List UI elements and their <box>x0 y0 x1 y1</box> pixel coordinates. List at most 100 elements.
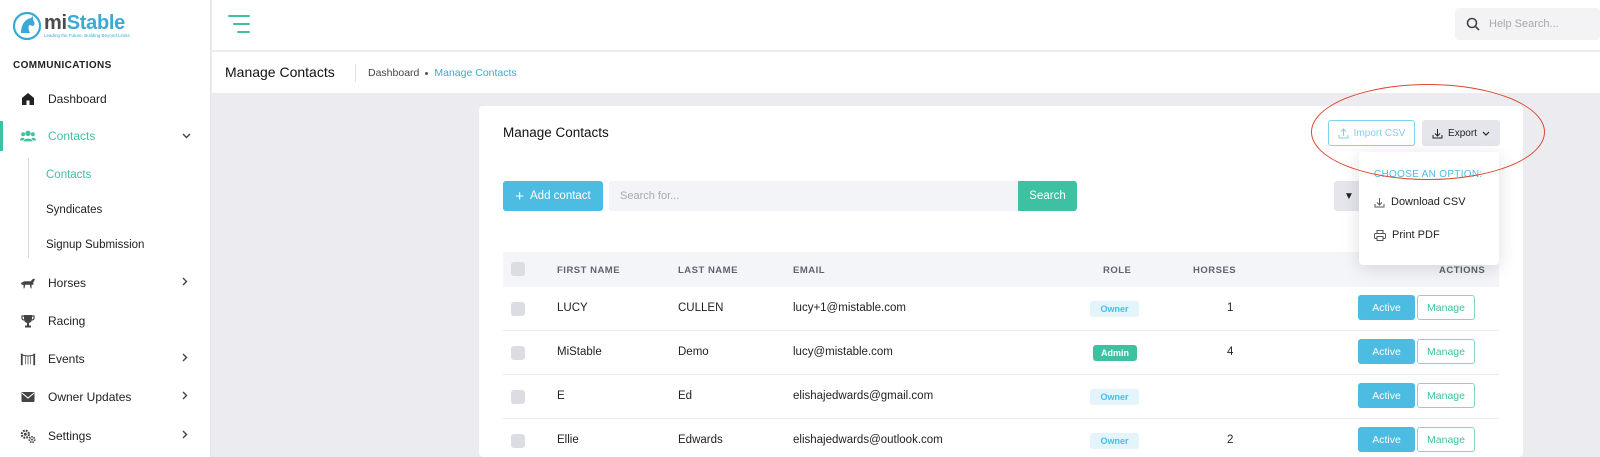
cell-last-name: Ed <box>678 390 693 402</box>
active-status-button[interactable]: Active <box>1358 295 1415 320</box>
sidebar-item-label: Settings <box>48 429 92 443</box>
table-header: FIRST NAME LAST NAME EMAIL ROLE HORSES A… <box>503 252 1499 287</box>
active-status-button[interactable]: Active <box>1358 427 1415 452</box>
download-icon <box>1374 197 1385 207</box>
sidebar: miStable Leading the Future, Building Be… <box>0 0 211 457</box>
sidebar-item-owner-updates[interactable]: Owner Updates <box>0 382 210 412</box>
sidebar-item-label: Horses <box>48 276 87 290</box>
horse-head-logo-icon <box>12 11 42 41</box>
users-icon <box>20 128 36 144</box>
sidebar-subitem-signup-submission[interactable]: Signup Submission <box>46 239 144 251</box>
select-all-checkbox[interactable] <box>511 262 525 276</box>
role-badge: Admin <box>1093 345 1137 361</box>
role-badge: Owner <box>1090 301 1139 317</box>
cell-first-name: E <box>557 390 565 402</box>
import-csv-label: Import CSV <box>1353 127 1406 139</box>
sidebar-item-dashboard[interactable]: Dashboard <box>0 84 210 114</box>
cell-first-name: Ellie <box>557 434 579 446</box>
cell-horses: 1 <box>1227 302 1234 314</box>
row-checkbox[interactable] <box>511 302 525 316</box>
chevron-down-icon <box>182 130 191 142</box>
active-status-button[interactable]: Active <box>1358 339 1415 364</box>
role-badge: Owner <box>1090 389 1139 405</box>
cell-first-name: MiStable <box>557 346 602 358</box>
breadcrumb-current: Manage Contacts <box>434 67 517 79</box>
download-csv-option[interactable]: Download CSV <box>1374 196 1466 208</box>
brand-tagline: Leading the Future, Building Beyond Limi… <box>44 33 130 39</box>
upload-icon <box>1338 127 1349 138</box>
top-bar <box>212 0 1600 51</box>
table-row: LUCY CULLEN lucy+1@mistable.com Owner 1 … <box>503 287 1499 331</box>
menu-toggle-icon[interactable] <box>228 15 250 33</box>
row-checkbox[interactable] <box>511 346 525 360</box>
help-search-input[interactable] <box>1489 14 1594 34</box>
download-csv-label: Download CSV <box>1391 196 1466 208</box>
envelope-icon <box>20 389 36 405</box>
column-header-horses[interactable]: HORSES <box>1193 265 1236 276</box>
manage-button[interactable]: Manage <box>1417 295 1475 320</box>
table-row: MiStable Demo lucy@mistable.com Admin 4 … <box>503 331 1499 375</box>
chevron-down-icon <box>1482 131 1490 136</box>
sidebar-subitem-syndicates[interactable]: Syndicates <box>46 204 102 216</box>
role-badge: Owner <box>1090 433 1139 449</box>
manage-button[interactable]: Manage <box>1417 427 1475 452</box>
column-header-last-name[interactable]: LAST NAME <box>678 265 738 276</box>
sidebar-item-label: Contacts <box>48 129 96 143</box>
sidebar-item-label: Racing <box>48 314 86 328</box>
export-button[interactable]: Export <box>1422 120 1500 146</box>
cell-last-name: CULLEN <box>678 302 724 314</box>
add-contact-label: Add contact <box>530 190 591 202</box>
chevron-right-icon <box>182 277 188 289</box>
chevron-right-icon <box>182 391 188 403</box>
trophy-icon <box>20 313 36 329</box>
print-pdf-label: Print PDF <box>1392 229 1440 241</box>
column-header-first-name[interactable]: FIRST NAME <box>557 265 620 276</box>
caret-down-icon: ▼ <box>1344 190 1354 202</box>
breadcrumb-dashboard[interactable]: Dashboard <box>368 67 419 79</box>
sidebar-item-racing[interactable]: Racing <box>0 306 210 336</box>
horse-icon <box>20 275 36 291</box>
table-row: E Ed elishajedwards@gmail.com Owner Acti… <box>503 375 1499 419</box>
cell-horses: 4 <box>1227 346 1234 358</box>
active-status-button[interactable]: Active <box>1358 383 1415 408</box>
import-csv-button[interactable]: Import CSV <box>1328 120 1415 146</box>
cell-last-name: Edwards <box>678 434 723 446</box>
column-header-actions: ACTIONS <box>1439 265 1486 276</box>
printer-icon <box>1374 229 1386 241</box>
sidebar-item-settings[interactable]: Settings <box>0 421 210 451</box>
manage-button[interactable]: Manage <box>1417 383 1475 408</box>
row-checkbox[interactable] <box>511 434 525 448</box>
plus-icon: + <box>515 187 525 205</box>
gate-icon <box>20 351 36 367</box>
help-search <box>1455 8 1600 40</box>
column-header-email[interactable]: EMAIL <box>793 265 825 276</box>
table-row: Ellie Edwards elishajedwards@outlook.com… <box>503 419 1499 457</box>
chevron-right-icon <box>182 353 188 365</box>
column-header-role[interactable]: ROLE <box>1103 265 1131 276</box>
sidebar-item-horses[interactable]: Horses <box>0 268 210 298</box>
manage-button[interactable]: Manage <box>1417 339 1475 364</box>
sidebar-item-label: Owner Updates <box>48 390 132 404</box>
sidebar-item-label: Events <box>48 352 85 366</box>
divider <box>355 64 356 82</box>
brand-logo[interactable]: miStable Leading the Future, Building Be… <box>12 10 202 42</box>
search-button[interactable]: Search <box>1018 181 1077 211</box>
gears-icon <box>20 428 36 444</box>
cell-email: lucy+1@mistable.com <box>793 302 906 314</box>
brand-name-part2: Stable <box>66 12 126 35</box>
sidebar-item-contacts[interactable]: Contacts <box>0 121 210 151</box>
cell-email: elishajedwards@outlook.com <box>793 434 943 446</box>
cell-last-name: Demo <box>678 346 709 358</box>
add-contact-button[interactable]: + Add contact <box>503 181 603 211</box>
search-icon <box>1466 17 1480 36</box>
dropdown-heading: CHOOSE AN OPTION: <box>1374 169 1483 180</box>
export-label: Export <box>1448 127 1477 139</box>
print-pdf-option[interactable]: Print PDF <box>1374 229 1440 241</box>
row-checkbox[interactable] <box>511 390 525 404</box>
breadcrumb: Dashboard Manage Contacts <box>368 67 517 79</box>
chevron-right-icon <box>182 430 188 442</box>
sidebar-item-events[interactable]: Events <box>0 344 210 374</box>
sidebar-subitem-contacts[interactable]: Contacts <box>46 169 91 181</box>
brand-name-part1: mi <box>44 12 67 35</box>
contact-search-input[interactable] <box>609 181 1018 211</box>
